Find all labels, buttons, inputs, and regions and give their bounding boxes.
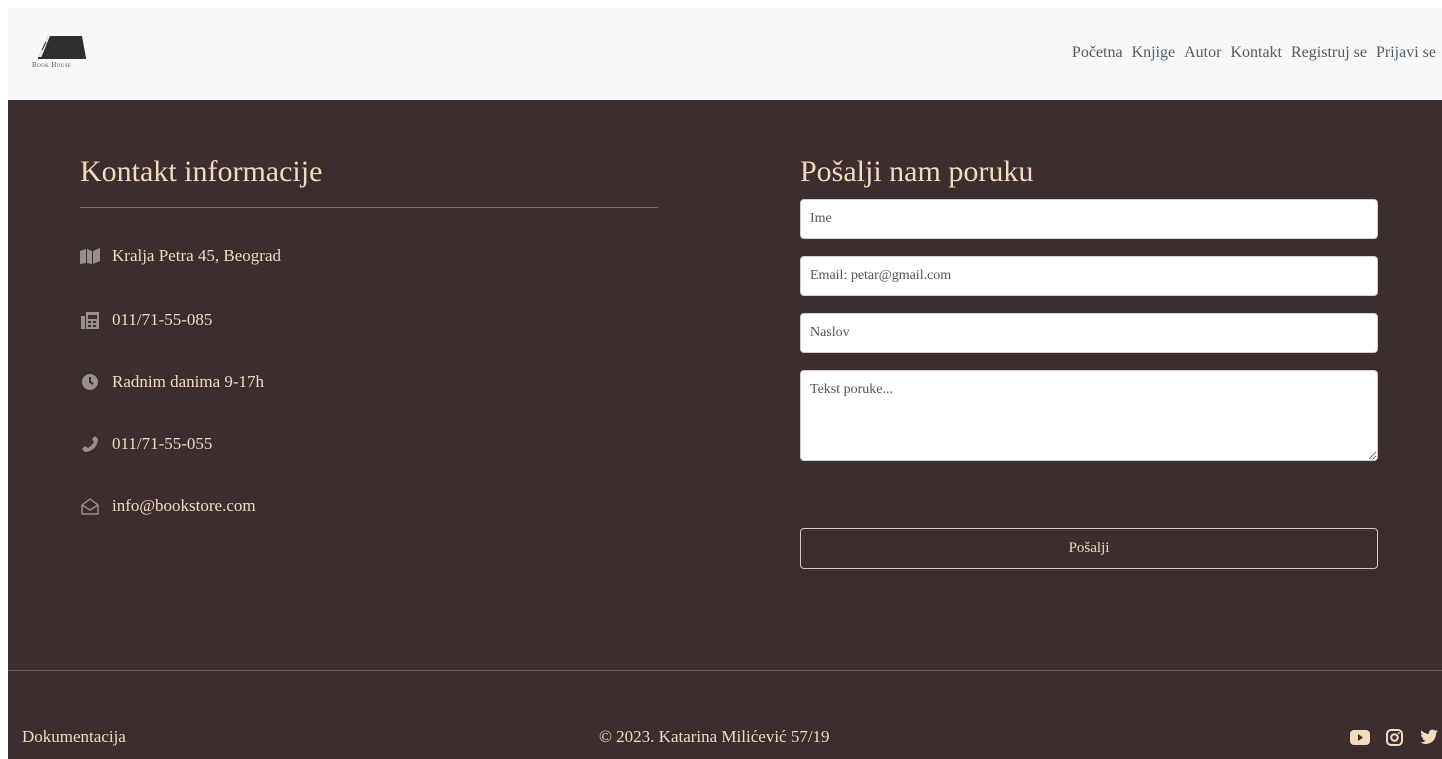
envelope-open-icon [80,497,100,515]
nav-link-pocetna[interactable]: Početna [1072,44,1123,62]
contact-section: Kontakt informacije Kralja Petra 45, Beo… [8,100,1442,671]
fax-text: 011/71-55-085 [112,310,213,329]
copyright-text: © 2023. Katarina Milićević 57/19 [599,727,830,746]
hours-text: Radnim danima 9-17h [112,372,265,391]
logo-text: Book House [32,61,72,69]
nav-link-knjige[interactable]: Knjige [1132,44,1176,62]
hours-item: Radnim danima 9-17h [80,370,264,394]
site-footer: Dokumentacija © 2023. Katarina Milićević… [8,671,1442,759]
send-button[interactable]: Pošalji [800,528,1378,569]
site-header: Book House Početna Knjige Autor Kontakt … [8,8,1442,100]
map-icon [80,247,100,265]
contact-info-title: Kontakt informacije [80,155,323,188]
phone-icon [80,435,100,453]
address-item: Kralja Petra 45, Beograd [80,244,281,268]
twitter-icon[interactable] [1418,728,1438,746]
book-house-logo-icon [38,36,86,59]
logo[interactable]: Book House [32,32,102,72]
fax-item: 011/71-55-085 [80,308,212,332]
fax-icon [80,311,100,329]
message-textarea[interactable] [800,370,1378,461]
social-links [1350,728,1438,746]
message-form-title: Pošalji nam poruku [800,155,1034,188]
clock-icon [80,373,100,391]
phone-text: 011/71-55-055 [112,434,213,453]
main-nav: Početna Knjige Autor Kontakt Registruj s… [1072,44,1436,62]
documentation-link[interactable]: Dokumentacija [22,727,126,747]
nav-link-autor[interactable]: Autor [1184,44,1221,62]
address-text: Kralja Petra 45, Beograd [112,246,281,265]
instagram-icon[interactable] [1384,728,1404,746]
nav-link-login[interactable]: Prijavi se [1376,44,1436,62]
subject-input[interactable] [800,313,1378,353]
email-text: info@bookstore.com [112,496,256,515]
phone-item: 011/71-55-055 [80,432,212,456]
email-input[interactable] [800,256,1378,296]
nav-link-kontakt[interactable]: Kontakt [1230,44,1282,62]
name-input[interactable] [800,199,1378,239]
youtube-icon[interactable] [1350,728,1370,746]
email-item: info@bookstore.com [80,494,256,518]
page: Book House Početna Knjige Autor Kontakt … [8,8,1442,759]
nav-link-register[interactable]: Registruj se [1291,44,1367,62]
contact-divider [80,207,658,208]
